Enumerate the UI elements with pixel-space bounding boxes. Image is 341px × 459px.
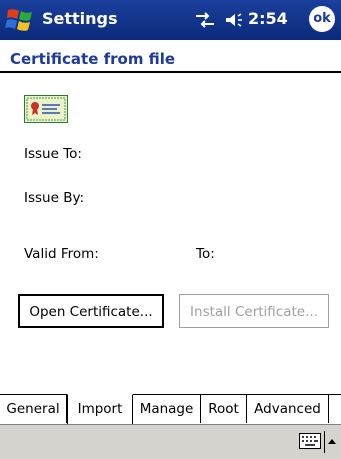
keyboard-icon[interactable] xyxy=(299,433,321,449)
valid-to-label: To: xyxy=(196,246,215,262)
title-bar: Settings 2:54 ok xyxy=(0,0,341,40)
tab-import[interactable]: Import xyxy=(67,394,133,424)
start-flag-icon[interactable] xyxy=(4,6,36,34)
page-title: Certificate from file xyxy=(10,50,176,68)
tab-manage[interactable]: Manage xyxy=(133,395,201,423)
connectivity-icon[interactable] xyxy=(194,10,216,30)
valid-from-label: Valid From: xyxy=(24,246,99,262)
header-divider xyxy=(0,71,341,73)
open-certificate-button[interactable]: Open Certificate... xyxy=(18,294,164,328)
sip-separator xyxy=(324,431,325,453)
volume-icon[interactable] xyxy=(224,10,244,30)
page-header: Certificate from file xyxy=(0,40,341,74)
clock[interactable]: 2:54 xyxy=(248,9,288,28)
tab-root[interactable]: Root xyxy=(201,395,247,423)
issue-by-label: Issue By: xyxy=(24,190,85,206)
app-title: Settings xyxy=(42,9,118,28)
install-certificate-button: Install Certificate... xyxy=(179,294,329,328)
issue-to-label: Issue To: xyxy=(24,146,82,162)
ok-button[interactable]: ok xyxy=(309,6,335,32)
menu-bar xyxy=(0,424,341,459)
tab-bar: General Import Manage Root Advanced xyxy=(0,394,341,424)
tab-advanced[interactable]: Advanced xyxy=(247,395,329,423)
sip-up-arrow-icon[interactable] xyxy=(327,437,337,445)
certificate-icon xyxy=(24,95,68,123)
tab-general[interactable]: General xyxy=(0,395,67,423)
